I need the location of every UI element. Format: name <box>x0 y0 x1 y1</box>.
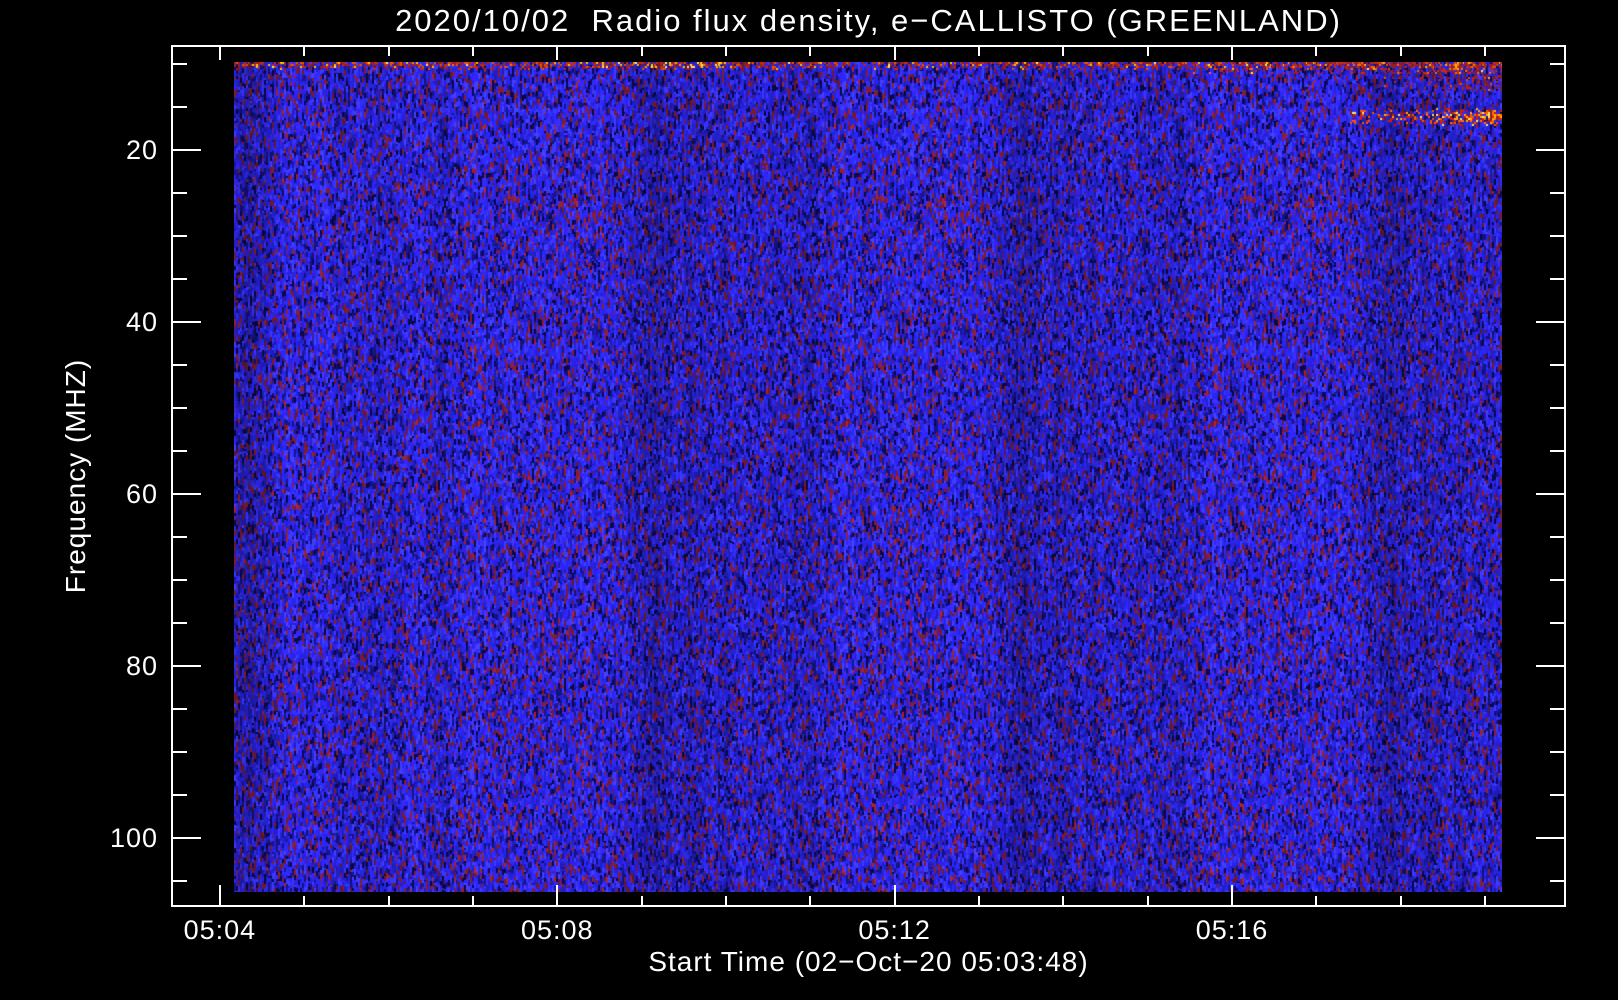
y-minor-tick <box>173 622 187 624</box>
x-major-tick <box>894 885 896 905</box>
x-minor-tick-top <box>1315 47 1317 56</box>
x-minor-tick <box>1315 896 1317 905</box>
x-minor-tick <box>809 896 811 905</box>
y-minor-tick-right <box>1550 880 1564 882</box>
y-tick-label: 20 <box>125 134 158 165</box>
x-tick-label: 05:12 <box>858 915 931 945</box>
x-minor-tick-top <box>809 47 811 56</box>
plot-frame <box>171 45 1566 907</box>
y-minor-tick <box>173 536 187 538</box>
y-major-tick-right <box>1536 665 1564 667</box>
y-minor-tick <box>173 751 187 753</box>
x-minor-tick-top <box>303 47 305 56</box>
y-minor-tick <box>173 235 187 237</box>
x-minor-tick-top <box>641 47 643 56</box>
x-minor-tick-top <box>1062 47 1064 56</box>
y-major-tick-right <box>1536 837 1564 839</box>
y-minor-tick <box>173 192 187 194</box>
x-minor-tick <box>303 896 305 905</box>
y-minor-tick-right <box>1550 708 1564 710</box>
y-minor-tick-right <box>1550 63 1564 65</box>
y-major-tick <box>173 665 201 667</box>
x-minor-tick <box>1062 896 1064 905</box>
y-minor-tick-right <box>1550 106 1564 108</box>
x-minor-tick <box>1484 896 1486 905</box>
y-minor-tick <box>173 63 187 65</box>
y-minor-tick-right <box>1550 794 1564 796</box>
y-minor-tick <box>173 106 187 108</box>
x-major-tick-top <box>556 47 558 60</box>
y-minor-tick <box>173 450 187 452</box>
y-major-tick-right <box>1536 321 1564 323</box>
y-major-tick <box>173 149 201 151</box>
y-axis-title: Frequency (MHZ) <box>60 358 91 594</box>
x-minor-tick-top <box>1484 47 1486 56</box>
y-minor-tick <box>173 880 187 882</box>
x-major-tick-top <box>894 47 896 60</box>
y-minor-tick-right <box>1550 579 1564 581</box>
chart-title: 2020/10/02 Radio flux density, e−CALLIST… <box>395 3 1342 38</box>
x-minor-tick-top <box>388 47 390 56</box>
y-minor-tick <box>173 364 187 366</box>
x-minor-tick-top <box>978 47 980 56</box>
x-minor-tick <box>1147 896 1149 905</box>
x-major-tick <box>556 885 558 905</box>
x-major-tick-top <box>1231 47 1233 60</box>
y-minor-tick-right <box>1550 278 1564 280</box>
y-minor-tick-right <box>1550 450 1564 452</box>
y-major-tick-right <box>1536 149 1564 151</box>
x-tick-label: 05:16 <box>1195 915 1269 945</box>
x-minor-tick-top <box>725 47 727 56</box>
x-minor-tick <box>641 896 643 905</box>
x-minor-tick <box>978 896 980 905</box>
x-minor-tick <box>725 896 727 905</box>
x-major-tick-top <box>219 47 221 60</box>
x-major-tick <box>1231 885 1233 905</box>
y-tick-label: 100 <box>109 823 158 854</box>
y-major-tick <box>173 837 201 839</box>
x-minor-tick-top <box>1400 47 1402 56</box>
y-minor-tick-right <box>1550 536 1564 538</box>
y-minor-tick-right <box>1550 751 1564 753</box>
x-minor-tick <box>1400 896 1402 905</box>
y-major-tick <box>173 321 201 323</box>
y-minor-tick-right <box>1550 622 1564 624</box>
x-axis-title: Start Time (02−Oct−20 05:03:48) <box>648 946 1089 977</box>
y-tick-label: 60 <box>125 479 158 510</box>
x-minor-tick-top <box>1147 47 1149 56</box>
y-major-tick <box>173 493 201 495</box>
y-minor-tick <box>173 794 187 796</box>
x-tick-label: 05:08 <box>520 915 594 945</box>
x-minor-tick <box>388 896 390 905</box>
x-minor-tick-top <box>472 47 474 56</box>
y-minor-tick-right <box>1550 407 1564 409</box>
y-minor-tick <box>173 579 187 581</box>
y-minor-tick <box>173 708 187 710</box>
spectrogram-figure: 2020/10/02 Radio flux density, e−CALLIST… <box>0 0 1618 1000</box>
x-tick-label: 05:04 <box>183 915 257 945</box>
y-minor-tick-right <box>1550 235 1564 237</box>
x-major-tick <box>219 885 221 905</box>
y-minor-tick <box>173 407 187 409</box>
y-major-tick-right <box>1536 493 1564 495</box>
y-minor-tick-right <box>1550 364 1564 366</box>
y-minor-tick <box>173 278 187 280</box>
y-tick-label: 40 <box>125 307 158 337</box>
y-tick-label: 80 <box>125 651 158 682</box>
y-minor-tick-right <box>1550 192 1564 194</box>
x-minor-tick <box>472 896 474 905</box>
